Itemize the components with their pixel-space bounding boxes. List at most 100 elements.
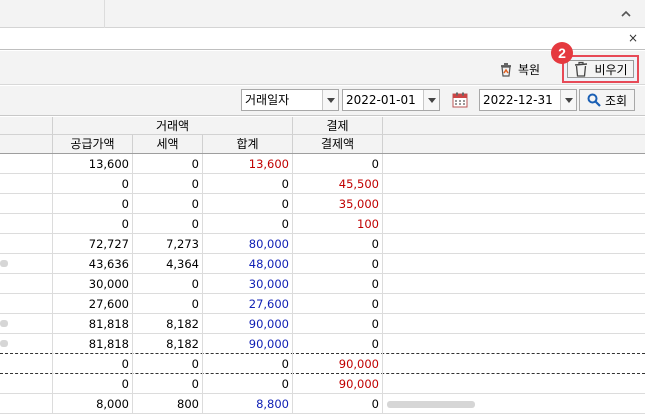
- restore-label: 복원: [518, 62, 541, 77]
- cell-tax[interactable]: 0: [132, 174, 202, 194]
- restore-button[interactable]: 복원: [498, 58, 550, 80]
- cell-supply[interactable]: 0: [52, 374, 132, 394]
- cell-tax[interactable]: 0: [132, 194, 202, 214]
- cell-supply[interactable]: 0: [52, 174, 132, 194]
- cell-memo[interactable]: [382, 154, 645, 174]
- dropdown-arrow-icon[interactable]: [322, 90, 338, 110]
- date-type-value: 거래일자: [245, 93, 290, 107]
- cell-total[interactable]: 0: [202, 354, 292, 374]
- cell-total[interactable]: 0: [202, 194, 292, 214]
- table-row[interactable]: 0 0 0 35,000: [0, 194, 645, 214]
- cell-supply[interactable]: 0: [52, 214, 132, 234]
- table-row[interactable]: 0 0 0 90,000: [0, 374, 645, 394]
- dropdown-arrow-icon[interactable]: [560, 90, 576, 110]
- cell-tax[interactable]: 0: [132, 354, 202, 374]
- table-row[interactable]: 43,636 4,364 48,000 0: [0, 254, 645, 274]
- calendar-icon: [452, 92, 468, 108]
- cell-tax[interactable]: 0: [132, 274, 202, 294]
- title-tab[interactable]: [0, 0, 105, 28]
- table-row[interactable]: 30,000 0 30,000 0: [0, 274, 645, 294]
- chevron-up-icon[interactable]: [618, 6, 634, 22]
- cell-supply[interactable]: 27,600: [52, 294, 132, 314]
- cell-paid[interactable]: 0: [292, 254, 382, 274]
- table-row[interactable]: 0 0 0 100: [0, 214, 645, 234]
- cell-paid[interactable]: 0: [292, 234, 382, 254]
- cell-supply[interactable]: 13,600: [52, 154, 132, 174]
- cell-memo[interactable]: [382, 254, 645, 274]
- table-row[interactable]: 81,818 8,182 90,000 0: [0, 314, 645, 334]
- cell-supply[interactable]: 81,818: [52, 314, 132, 334]
- calendar-button[interactable]: [449, 89, 471, 111]
- table-row[interactable]: 0 0 0 90,000: [0, 354, 645, 374]
- cell-total[interactable]: 90,000: [202, 334, 292, 354]
- cell-supply[interactable]: 8,000: [52, 394, 132, 414]
- cell-supply[interactable]: 81,818: [52, 334, 132, 354]
- group-header-amount: 거래액: [52, 117, 292, 134]
- empty-button[interactable]: 비우기: [562, 55, 639, 83]
- cell-supply[interactable]: 72,727: [52, 234, 132, 254]
- cell-paid[interactable]: 0: [292, 274, 382, 294]
- cell-tax[interactable]: 8,182: [132, 334, 202, 354]
- column-header-supply[interactable]: 공급가액: [52, 135, 132, 153]
- cell-paid[interactable]: 90,000: [292, 374, 382, 394]
- cell-memo[interactable]: [382, 314, 645, 334]
- cell-total[interactable]: 27,600: [202, 294, 292, 314]
- cell-tax[interactable]: 0: [132, 374, 202, 394]
- cell-paid[interactable]: 35,000: [292, 194, 382, 214]
- cell-memo[interactable]: [382, 334, 645, 354]
- cell-tax[interactable]: 4,364: [132, 254, 202, 274]
- cell-memo[interactable]: [382, 174, 645, 194]
- cell-total[interactable]: 0: [202, 174, 292, 194]
- cell-total[interactable]: 13,600: [202, 154, 292, 174]
- cell-tax[interactable]: 0: [132, 294, 202, 314]
- cell-total[interactable]: 48,000: [202, 254, 292, 274]
- date-type-select[interactable]: 거래일자: [241, 89, 339, 111]
- cell-memo[interactable]: [382, 234, 645, 254]
- table-row[interactable]: 13,600 0 13,600 0: [0, 154, 645, 174]
- cell-memo[interactable]: [382, 354, 645, 374]
- search-button[interactable]: 조회: [579, 89, 635, 111]
- cell-paid[interactable]: 90,000: [292, 354, 382, 374]
- cell-paid[interactable]: 0: [292, 334, 382, 354]
- date-from-field[interactable]: 2022-01-01: [342, 89, 440, 111]
- table-row[interactable]: 72,727 7,273 80,000 0: [0, 234, 645, 254]
- cell-paid[interactable]: 100: [292, 214, 382, 234]
- cell-tax[interactable]: 800: [132, 394, 202, 414]
- cell-paid[interactable]: 0: [292, 314, 382, 334]
- cell-total[interactable]: 8,800: [202, 394, 292, 414]
- cell-supply[interactable]: 30,000: [52, 274, 132, 294]
- dropdown-arrow-icon[interactable]: [423, 90, 439, 110]
- cell-paid[interactable]: 0: [292, 294, 382, 314]
- cell-memo[interactable]: [382, 194, 645, 214]
- cell-total[interactable]: 30,000: [202, 274, 292, 294]
- cell-paid[interactable]: 45,500: [292, 174, 382, 194]
- cell-memo[interactable]: [382, 374, 645, 394]
- column-header-paid[interactable]: 결제액: [292, 135, 382, 153]
- cell-tax[interactable]: 7,273: [132, 234, 202, 254]
- cell-supply[interactable]: 0: [52, 354, 132, 374]
- table-row[interactable]: 0 0 0 45,500: [0, 174, 645, 194]
- cell-total[interactable]: 90,000: [202, 314, 292, 334]
- cell-memo[interactable]: [382, 274, 645, 294]
- table-row[interactable]: 81,818 8,182 90,000 0: [0, 334, 645, 354]
- date-to-field[interactable]: 2022-12-31: [479, 89, 577, 111]
- column-header-total[interactable]: 합계: [202, 135, 292, 153]
- table-row[interactable]: 27,600 0 27,600 0: [0, 294, 645, 314]
- cell-total[interactable]: 0: [202, 214, 292, 234]
- cell-paid[interactable]: 0: [292, 394, 382, 414]
- cell-tax[interactable]: 0: [132, 214, 202, 234]
- cell-total[interactable]: 0: [202, 374, 292, 394]
- cell-tax[interactable]: 8,182: [132, 314, 202, 334]
- column-header-tax[interactable]: 세액: [132, 135, 202, 153]
- cell-memo[interactable]: [382, 394, 645, 414]
- cell-total[interactable]: 80,000: [202, 234, 292, 254]
- trash-icon: [575, 61, 588, 77]
- cell-memo[interactable]: [382, 294, 645, 314]
- cell-paid[interactable]: 0: [292, 154, 382, 174]
- table-row[interactable]: 8,000 800 8,800 0: [0, 394, 645, 414]
- cell-memo[interactable]: [382, 214, 645, 234]
- cell-supply[interactable]: 43,636: [52, 254, 132, 274]
- cell-tax[interactable]: 0: [132, 154, 202, 174]
- cell-supply[interactable]: 0: [52, 194, 132, 214]
- close-icon[interactable]: ×: [627, 31, 639, 45]
